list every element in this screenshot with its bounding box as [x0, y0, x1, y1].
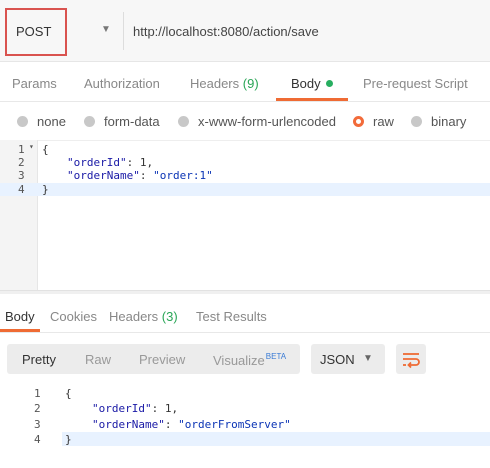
radio-label: form-data	[104, 114, 160, 129]
tab-authorization[interactable]: Authorization	[84, 76, 160, 91]
radio-icon	[178, 116, 189, 127]
url-input[interactable]: http://localhost:8080/action/save	[133, 24, 319, 39]
active-line-highlight	[0, 183, 490, 196]
radio-urlencoded[interactable]: x-www-form-urlencoded	[178, 114, 336, 129]
response-code-line: {	[65, 387, 72, 400]
code-line: }	[42, 183, 49, 196]
line-number: 3	[18, 169, 25, 182]
radio-icon	[411, 116, 422, 127]
view-pretty-button[interactable]: Pretty	[22, 352, 56, 367]
divider	[123, 12, 124, 50]
line-number: 3	[34, 418, 41, 431]
pane-resize-handle[interactable]	[0, 290, 490, 294]
radio-raw[interactable]: raw	[353, 114, 394, 129]
radio-label: none	[37, 114, 66, 129]
method-select[interactable]: POST	[16, 24, 51, 39]
response-code-line: "orderId": 1,	[92, 402, 179, 415]
radio-label: binary	[431, 114, 467, 129]
visualize-label: Visualize	[213, 353, 265, 368]
response-tab-test-results[interactable]: Test Results	[196, 309, 267, 324]
view-visualize-button[interactable]: VisualizeBETA	[213, 352, 286, 368]
divider	[0, 101, 490, 102]
code-line: {	[42, 143, 49, 156]
chevron-down-icon: ▼	[363, 353, 373, 364]
tab-headers-label: Headers	[190, 76, 240, 91]
view-preview-button[interactable]: Preview	[139, 352, 185, 367]
radio-none[interactable]: none	[17, 114, 66, 129]
radio-label: raw	[373, 114, 394, 129]
radio-selected-icon	[353, 116, 364, 127]
beta-badge: BETA	[265, 352, 287, 361]
tab-body[interactable]: Body	[291, 76, 333, 91]
tab-body-label: Body	[291, 76, 321, 91]
radio-icon	[17, 116, 28, 127]
wrap-text-icon	[403, 353, 420, 369]
fold-arrow-icon[interactable]: ▾	[29, 142, 34, 151]
response-tab-cookies[interactable]: Cookies	[50, 309, 97, 324]
radio-icon	[84, 116, 95, 127]
chevron-down-icon[interactable]: ▼	[101, 24, 111, 35]
response-code-line: }	[65, 433, 72, 446]
format-select-value: JSON	[320, 352, 355, 367]
active-line-highlight	[62, 432, 490, 446]
divider	[0, 332, 490, 333]
wrap-lines-button[interactable]	[396, 344, 426, 374]
response-tab-headers-label: Headers	[109, 309, 159, 324]
response-code-line: "orderName": "orderFromServer"	[92, 418, 291, 431]
response-tab-headers[interactable]: Headers (3)	[109, 309, 178, 324]
line-number: 1	[18, 143, 25, 156]
radio-form-data[interactable]: form-data	[84, 114, 160, 129]
radio-label: x-www-form-urlencoded	[198, 114, 336, 129]
line-number: 4	[18, 183, 25, 196]
radio-binary[interactable]: binary	[411, 114, 466, 129]
tab-headers[interactable]: Headers (9)	[190, 76, 259, 91]
response-headers-count: (3)	[161, 309, 178, 324]
response-tab-body[interactable]: Body	[5, 309, 35, 324]
line-number: 2	[34, 402, 41, 415]
view-raw-button[interactable]: Raw	[85, 352, 111, 367]
active-dot-icon	[325, 80, 333, 87]
line-number: 2	[18, 156, 25, 169]
code-line: "orderId": 1,	[67, 156, 154, 169]
code-line: "orderName": "order:1"	[67, 169, 213, 182]
tab-prerequest-script[interactable]: Pre-request Script	[363, 76, 468, 91]
headers-count: (9)	[242, 76, 259, 91]
tab-params[interactable]: Params	[12, 76, 57, 91]
line-number: 1	[34, 387, 41, 400]
line-number: 4	[34, 433, 41, 446]
